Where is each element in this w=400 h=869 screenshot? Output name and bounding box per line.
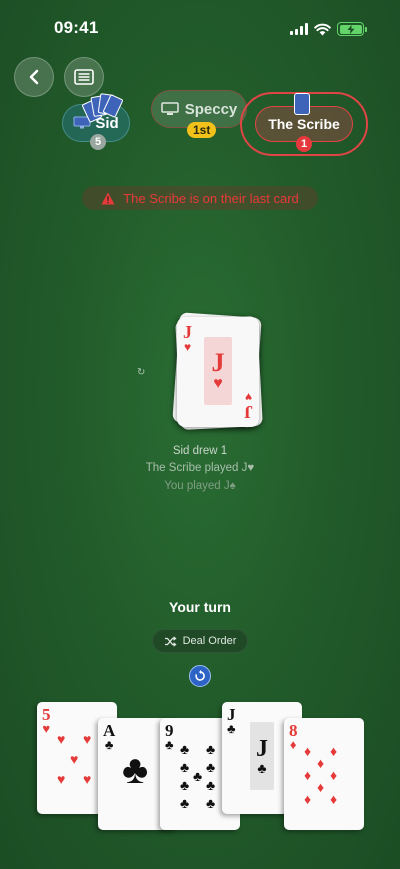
club-suit-icon: ♣: [206, 777, 216, 793]
heart-suit-icon: ♥: [213, 375, 223, 392]
heart-suit-icon: ♥: [244, 390, 253, 404]
diamond-suit-icon: ♦: [330, 743, 338, 759]
diamond-suit-icon: ♦: [304, 767, 312, 783]
deal-order-label: Deal Order: [182, 635, 237, 647]
card-rank: J: [244, 402, 253, 422]
back-button[interactable]: [14, 57, 54, 97]
warning-triangle-icon: [101, 192, 115, 204]
loading-spinner-icon: ↻: [137, 367, 146, 378]
club-suit-icon: ♣: [180, 795, 190, 811]
heart-suit-icon: ♥: [183, 340, 192, 354]
diamond-suit-icon: ♦: [317, 755, 325, 771]
heart-suit-icon: ♥: [83, 731, 92, 747]
jack-face: J ♥: [204, 337, 232, 405]
chevron-left-icon: [29, 69, 39, 85]
jack-face: J ♣: [250, 722, 274, 790]
diamond-suit-icon: ♦: [317, 779, 325, 795]
last-card-warning: The Scribe is on their last card: [82, 186, 318, 210]
log-entry: You played J♠: [164, 480, 236, 492]
diamond-suit-icon: ♦: [330, 791, 338, 807]
hand-card-8-diamonds[interactable]: 8 ♦ ♦ ♦ ♦ ♦ ♦ ♦ ♦ ♦: [284, 718, 364, 830]
status-time: 09:41: [54, 18, 99, 37]
player-name: The Scribe: [268, 116, 340, 132]
club-suit-icon: ♣: [180, 741, 190, 757]
turn-indicator: Your turn: [169, 599, 231, 615]
battery-charging-icon: [337, 22, 367, 36]
diamond-suit-icon: ♦: [289, 737, 297, 752]
card-rank: J: [211, 348, 225, 377]
log-entry: The Scribe played J♥: [145, 462, 255, 474]
finish-rank-badge: 1st: [187, 122, 217, 138]
card-count-badge: 1: [296, 136, 312, 152]
player-speccy: Speccy 1st: [151, 90, 247, 138]
player-sid: Sid 5: [62, 93, 130, 150]
deal-order-button[interactable]: Deal Order: [152, 629, 248, 653]
club-suit-icon: ♣: [122, 748, 149, 792]
club-suit-icon: ♣: [257, 760, 267, 776]
status-bar: 09:41: [0, 0, 400, 60]
computer-icon: [160, 102, 179, 115]
heart-suit-icon: ♥: [83, 771, 92, 787]
warning-text: The Scribe is on their last card: [123, 190, 299, 206]
shuffle-icon: [164, 635, 177, 647]
status-icons: [290, 22, 367, 36]
cellular-signal-icon: [290, 23, 308, 35]
club-suit-icon: ♣: [227, 721, 236, 736]
club-suit-icon: ♣: [180, 759, 190, 775]
card-count-badge: 5: [90, 134, 106, 150]
log-list-icon: [74, 69, 94, 85]
rotate-arrow-icon: [195, 670, 205, 681]
club-suit-icon: ♣: [193, 768, 203, 784]
club-suit-icon: ♣: [165, 737, 174, 752]
heart-suit-icon: ♥: [42, 721, 51, 736]
club-suit-icon: ♣: [206, 759, 216, 775]
club-suit-icon: ♣: [206, 741, 216, 757]
card-rank: J: [256, 736, 268, 762]
wifi-icon: [314, 23, 331, 35]
undo-button[interactable]: [189, 665, 211, 687]
diamond-suit-icon: ♦: [330, 767, 338, 783]
log-entry: Sid drew 1: [172, 445, 228, 457]
heart-suit-icon: ♥: [57, 731, 66, 747]
player-name: Speccy: [184, 100, 238, 118]
opponent-card-fan-icon: [81, 91, 124, 124]
club-suit-icon: ♣: [180, 777, 190, 793]
card-rank: J: [183, 322, 192, 342]
opponent-card-back-icon: [294, 93, 310, 115]
discard-pile-top-card: J ♥ J ♥ J ♥: [177, 317, 259, 427]
club-suit-icon: ♣: [206, 795, 216, 811]
diamond-suit-icon: ♦: [304, 791, 312, 807]
heart-suit-icon: ♥: [57, 771, 66, 787]
diamond-suit-icon: ♦: [304, 743, 312, 759]
heart-suit-icon: ♥: [70, 751, 79, 767]
